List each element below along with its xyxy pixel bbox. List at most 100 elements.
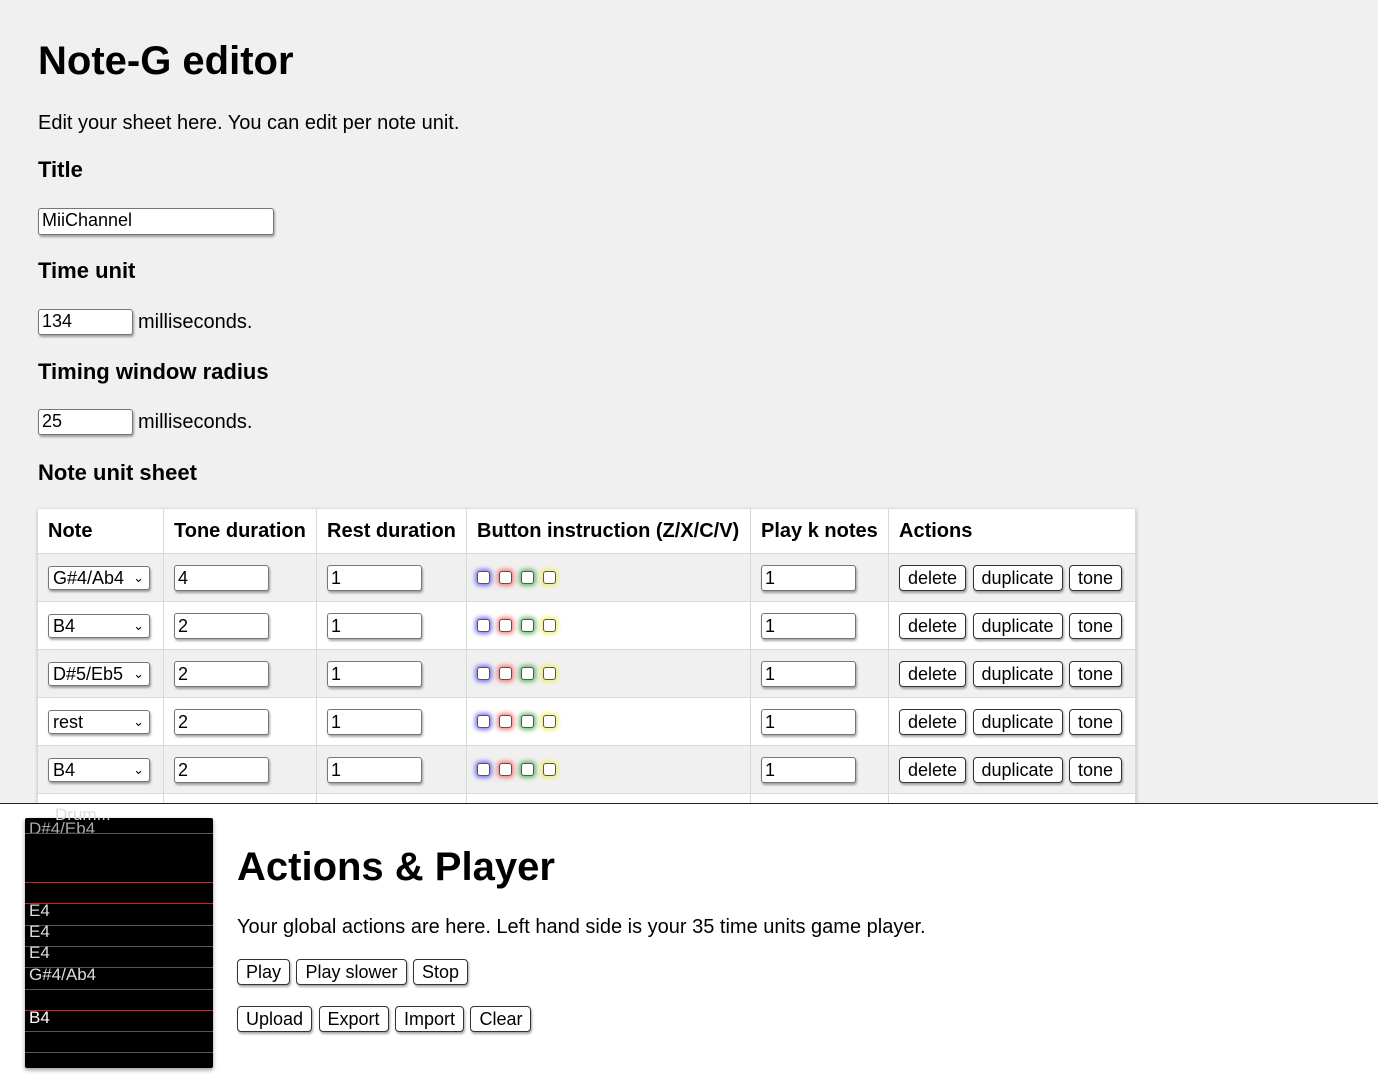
col-tone-duration: Tone duration [163, 509, 317, 554]
c-checkbox[interactable] [521, 618, 534, 632]
note-select[interactable]: B4 ⌄ [48, 613, 150, 638]
c-checkbox[interactable] [521, 714, 534, 728]
delete-button[interactable]: delete [899, 756, 967, 783]
x-checkbox[interactable] [499, 570, 512, 584]
rest-duration-input[interactable]: 1 [327, 756, 422, 783]
player-note: B4 [29, 1008, 50, 1027]
tone-button[interactable]: tone [1069, 564, 1123, 591]
time-unit-suffix: milliseconds. [138, 311, 253, 333]
x-checkbox[interactable] [499, 714, 512, 728]
note-select[interactable]: B4 ⌄ [48, 757, 150, 782]
note-select[interactable]: rest ⌄ [48, 709, 150, 734]
duplicate-button[interactable]: duplicate [972, 756, 1063, 783]
title-input[interactable]: MiiChannel [38, 208, 274, 235]
v-checkbox[interactable] [543, 618, 556, 632]
note-select-value: G#4/Ab4 [53, 567, 125, 588]
col-rest-duration: Rest duration [316, 509, 467, 554]
z-checkbox[interactable] [477, 570, 490, 584]
import-button[interactable]: Import [394, 1006, 464, 1032]
player-line [25, 903, 213, 904]
k-cell: 1 [750, 697, 889, 746]
title-label: Title [38, 157, 83, 182]
tone-duration-input[interactable]: 2 [174, 756, 269, 783]
actions-cell [888, 793, 1136, 803]
rest-cell: 1 [316, 697, 467, 746]
player-note: D#4/Eb4 [29, 819, 96, 838]
z-checkbox[interactable] [477, 762, 490, 776]
actions-cell: delete duplicate tone [888, 553, 1136, 602]
play-k-input[interactable]: 1 [761, 660, 856, 687]
note-cell: B4 ⌄ [38, 745, 164, 794]
duplicate-button[interactable]: duplicate [972, 660, 1063, 687]
table-row: D#5/Eb5 ⌄ 2 1 1 delete duplicate tone [38, 649, 1136, 698]
delete-button[interactable]: delete [899, 612, 967, 639]
button-cell [466, 793, 751, 803]
time-unit-input[interactable]: 134 [38, 309, 133, 335]
timing-window-input[interactable]: 25 [38, 409, 133, 435]
file-controls: Upload Export Import Clear [237, 1006, 533, 1032]
z-checkbox[interactable] [477, 666, 490, 680]
time-unit-label: Time unit [38, 258, 136, 283]
play-button[interactable]: Play [237, 959, 291, 985]
duplicate-button[interactable]: duplicate [972, 612, 1063, 639]
tone-cell: 2 [163, 745, 317, 794]
rest-duration-input[interactable]: 1 [327, 612, 422, 639]
c-checkbox[interactable] [521, 570, 534, 584]
actions-cell: delete duplicate tone [888, 649, 1136, 698]
x-checkbox[interactable] [499, 666, 512, 680]
duplicate-button[interactable]: duplicate [972, 564, 1063, 591]
c-checkbox[interactable] [521, 762, 534, 776]
tone-duration-input[interactable]: 2 [174, 660, 269, 687]
c-checkbox[interactable] [521, 666, 534, 680]
tone-button[interactable]: tone [1069, 660, 1123, 687]
v-checkbox[interactable] [543, 666, 556, 680]
col-button-instruction: Button instruction (Z/X/C/V) [466, 509, 751, 554]
play-k-input[interactable]: 1 [761, 708, 856, 735]
actions-description: Your global actions are here. Left hand … [237, 916, 926, 938]
player-line [25, 1052, 213, 1053]
play-k-input[interactable]: 1 [761, 756, 856, 783]
note-select[interactable]: G#4/Ab4 ⌄ [48, 565, 150, 590]
z-checkbox[interactable] [477, 618, 490, 632]
v-checkbox[interactable] [543, 570, 556, 584]
note-cell: G#4/Ab4 ⌄ [38, 553, 164, 602]
delete-button[interactable]: delete [899, 708, 967, 735]
delete-button[interactable]: delete [899, 660, 967, 687]
z-checkbox[interactable] [477, 714, 490, 728]
delete-button[interactable]: delete [899, 564, 967, 591]
tone-button[interactable]: tone [1069, 756, 1123, 783]
tone-duration-input[interactable]: 4 [174, 564, 269, 591]
table-header-row: Note Tone duration Rest duration Button … [38, 509, 1136, 554]
tone-button[interactable]: tone [1069, 708, 1123, 735]
upload-button[interactable]: Upload [237, 1006, 313, 1032]
rest-duration-input[interactable]: 1 [327, 564, 422, 591]
rest-cell: 1 [316, 649, 467, 698]
x-checkbox[interactable] [499, 762, 512, 776]
player-note: E4 [29, 943, 50, 962]
note-select[interactable]: D#5/Eb5 ⌄ [48, 661, 150, 686]
clear-button[interactable]: Clear [470, 1006, 532, 1032]
export-button[interactable]: Export [318, 1006, 389, 1032]
stop-button[interactable]: Stop [412, 959, 468, 985]
tone-duration-input[interactable]: 2 [174, 708, 269, 735]
play-k-input[interactable]: 1 [761, 612, 856, 639]
tone-duration-input[interactable]: 2 [174, 612, 269, 639]
editor-description: Edit your sheet here. You can edit per n… [38, 112, 460, 134]
player-note: E4 [29, 922, 50, 941]
table-row [38, 793, 1136, 803]
x-checkbox[interactable] [499, 618, 512, 632]
rest-cell [316, 793, 467, 803]
tone-button[interactable]: tone [1069, 612, 1123, 639]
play-slower-button[interactable]: Play slower [296, 959, 407, 985]
player-line [25, 989, 213, 990]
duplicate-button[interactable]: duplicate [972, 708, 1063, 735]
table-row: B4 ⌄ 2 1 1 delete duplicate tone [38, 601, 1136, 650]
play-k-input[interactable]: 1 [761, 564, 856, 591]
v-checkbox[interactable] [543, 714, 556, 728]
rest-duration-input[interactable]: 1 [327, 708, 422, 735]
v-checkbox[interactable] [543, 762, 556, 776]
table-row: B4 ⌄ 2 1 1 delete duplicate tone [38, 745, 1136, 794]
k-cell: 1 [750, 601, 889, 650]
chevron-down-icon: ⌄ [133, 617, 144, 633]
rest-duration-input[interactable]: 1 [327, 660, 422, 687]
